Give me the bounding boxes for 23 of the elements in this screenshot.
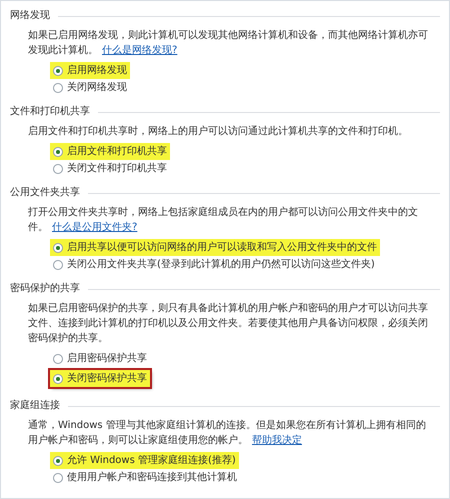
radio-option[interactable]: 关闭密码保护共享: [50, 370, 150, 387]
radio-option[interactable]: 启用文件和打印机共享: [50, 143, 170, 160]
section-heading: 文件和打印机共享: [10, 104, 90, 119]
radio-option[interactable]: 关闭文件和打印机共享: [50, 160, 170, 177]
help-link[interactable]: 什么是公用文件夹?: [52, 222, 138, 233]
radio-option[interactable]: 启用密码保护共享: [50, 350, 150, 367]
help-link[interactable]: 什么是网络发现?: [102, 45, 178, 56]
description-text: 通常，Windows 管理与其他家庭组计算机的连接。但是如果您在所有计算机上拥有相同的用户帐户和密码，则可以让家庭组使用您的帐户。 帮助我决定: [28, 418, 427, 448]
description-text: 打开公用文件夹共享时，网络上包括家庭组成员在内的用户都可以访问公用文件夹中的文件。 什么是公用文件夹?: [28, 206, 419, 235]
section-heading: 家庭组连接: [10, 398, 60, 413]
description-text: 启用文件和打印机共享时，网络上的用户可以访问通过此计算机共享的文件和打印机。: [28, 124, 409, 139]
radio-option[interactable]: 关闭网络发现: [50, 79, 130, 96]
radio-option[interactable]: 关闭公用文件夹共享(登录到此计算机的用户仍然可以访问这些文件夹): [50, 256, 378, 273]
section-heading: 密码保护的共享: [10, 282, 80, 296]
radio-option[interactable]: 使用用户帐户和密码连接到其他计算机: [50, 469, 240, 486]
radio-option[interactable]: 允许 Windows 管理家庭组连接(推荐): [50, 452, 239, 469]
radio-option[interactable]: 启用网络发现: [50, 62, 130, 79]
radio-option[interactable]: 启用共享以便可以访问网络的用户可以读取和写入公用文件夹中的文件: [50, 239, 380, 256]
section-heading: 网络发现: [10, 9, 50, 23]
description-text: 如果已启用网络发现，则此计算机可以发现其他网络计算机和设备，而其他网络计算机亦可发现此计算机。 什么是网络发现?: [28, 28, 429, 58]
section-heading: 公用文件夹共享: [10, 186, 80, 200]
help-link[interactable]: 帮助我决定: [252, 435, 302, 446]
description-text: 如果已启用密码保护的共享，则只有具备此计算机的用户帐户和密码的用户才可以访问共享文件、连接到此计算机的打印机以及公用文件夹。若要使其他用户具备访问权限，必须关闭密码保护的共享。: [28, 302, 429, 346]
